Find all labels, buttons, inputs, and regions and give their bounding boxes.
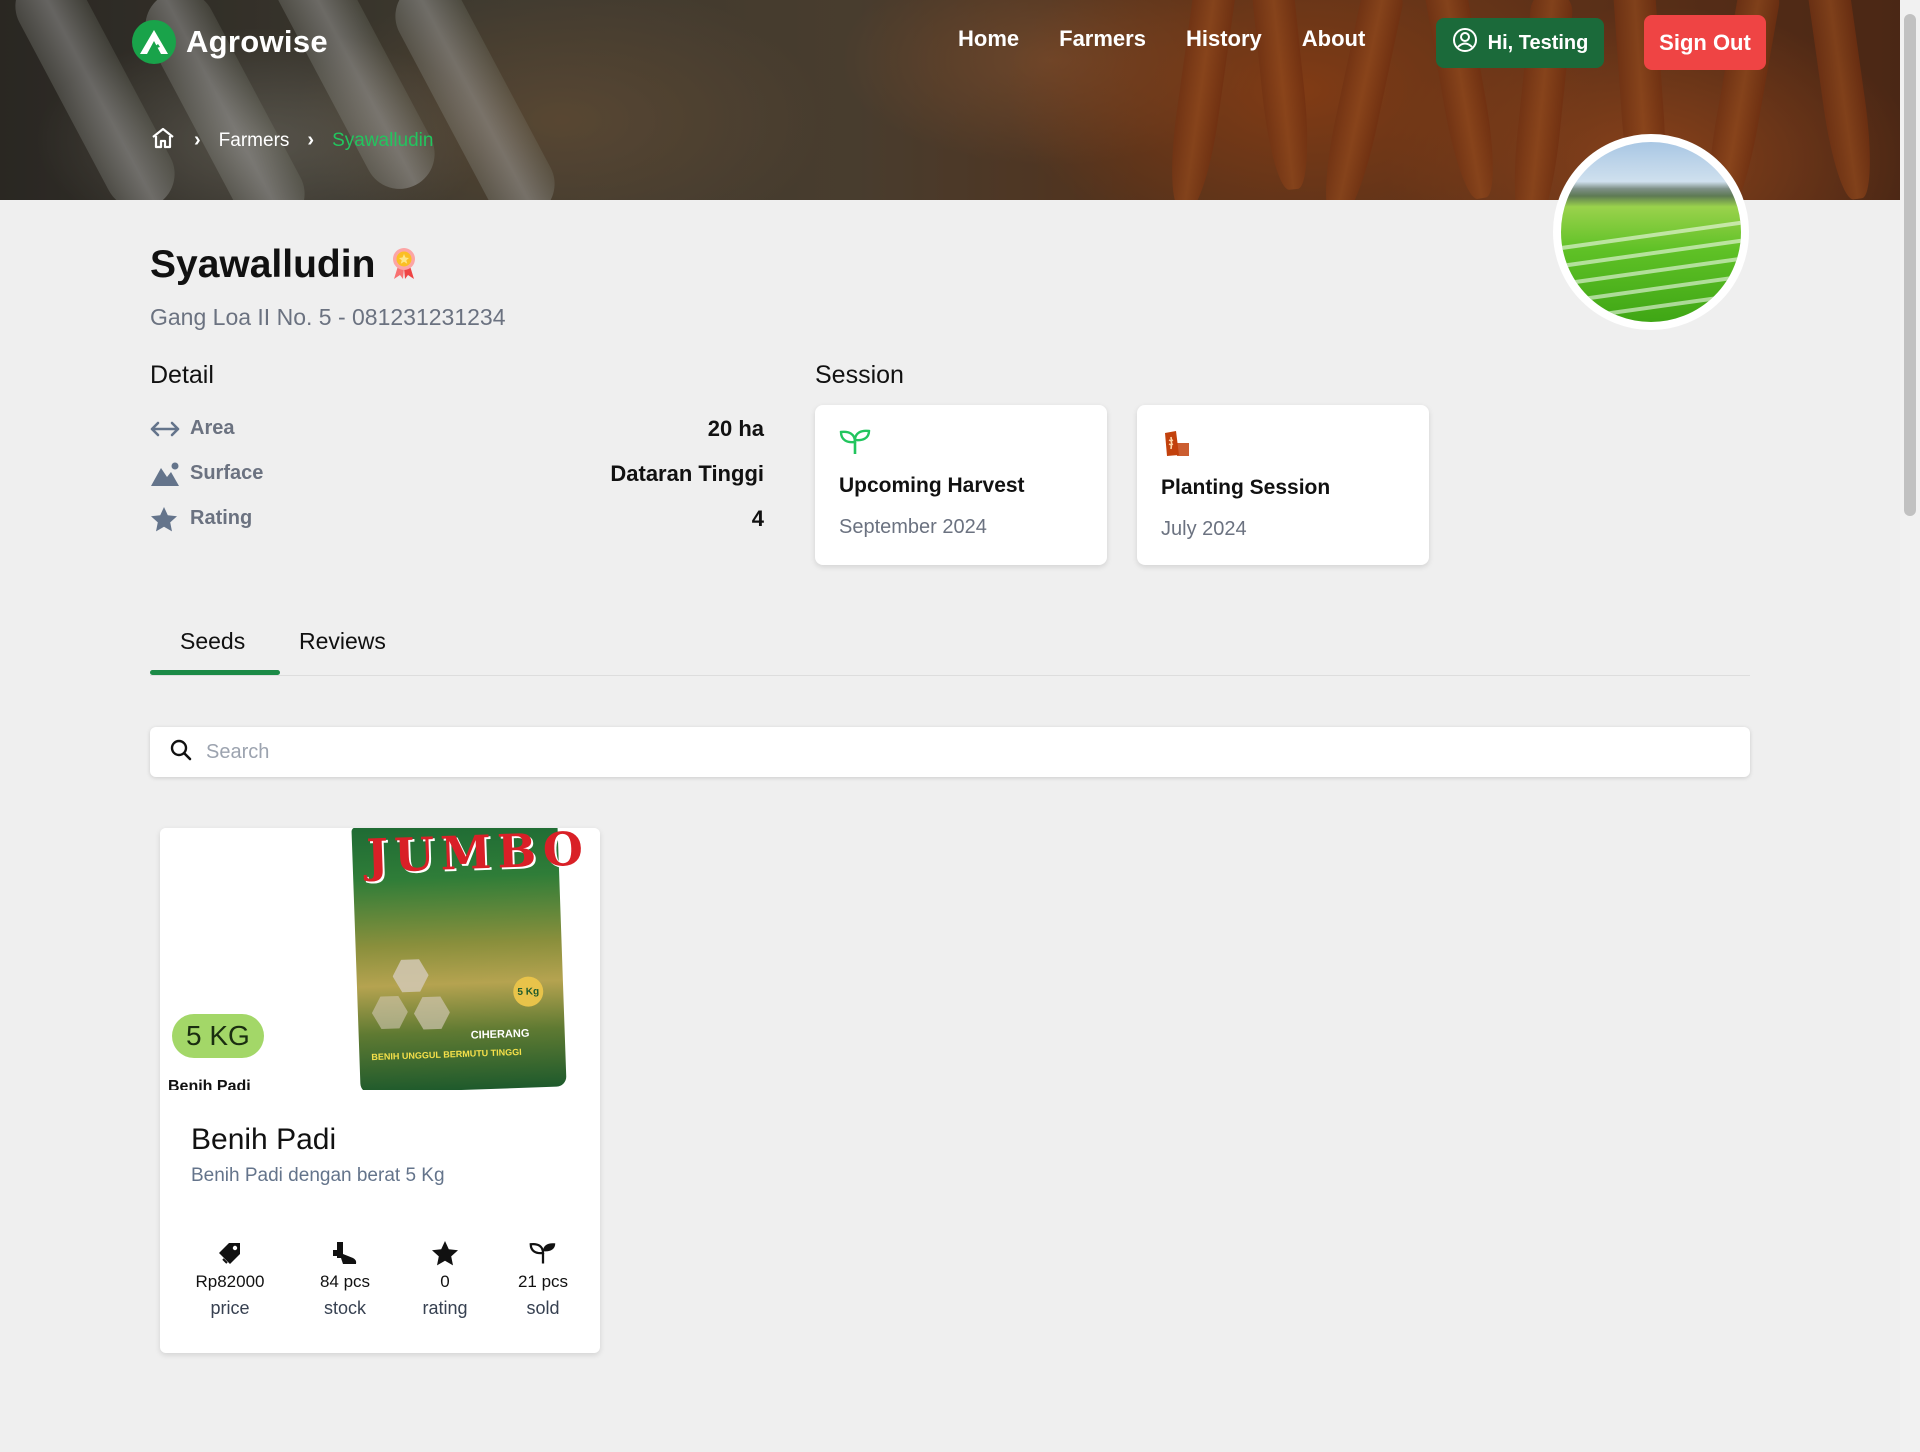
detail-list: Area 20 ha Surface Dataran Tinggi Rating…: [150, 406, 764, 541]
boots-icon: [331, 1238, 359, 1268]
stat-sold: 21 pcs sold: [508, 1238, 578, 1319]
detail-label: Surface: [190, 462, 264, 484]
nav-link-about[interactable]: About: [1302, 26, 1366, 52]
breadcrumb: › Farmers › Syawalludin: [150, 126, 433, 155]
sign-out-button[interactable]: Sign Out: [1644, 15, 1766, 70]
nav-link-history[interactable]: History: [1186, 26, 1262, 52]
award-badge-icon: [389, 246, 419, 285]
breadcrumb-farmers[interactable]: Farmers: [219, 130, 290, 152]
price-tag-icon: [216, 1238, 244, 1268]
chevron-right-icon: ›: [194, 129, 201, 151]
image-caption: Benih Padi: [168, 1078, 251, 1090]
stat-label: sold: [526, 1298, 560, 1318]
bag-band-text: BENIH UNGGUL BERMUTU TINGGI: [371, 1046, 522, 1063]
farmer-heading: Syawalludin: [150, 243, 419, 287]
product-description: Benih Padi dengan berat 5 Kg: [191, 1165, 445, 1186]
weight-badge: 5 KG: [172, 1014, 264, 1058]
page-scrollbar[interactable]: [1900, 0, 1920, 1452]
home-icon[interactable]: [150, 126, 176, 155]
detail-title: Detail: [150, 361, 214, 389]
active-tab-indicator: [150, 670, 280, 675]
stat-label: stock: [323, 1298, 366, 1318]
search-icon: [170, 739, 192, 766]
search-bar[interactable]: [150, 727, 1750, 777]
brand-logo[interactable]: Agrowise: [132, 20, 328, 64]
brand-name: Agrowise: [186, 24, 328, 59]
detail-row-surface: Surface Dataran Tinggi: [150, 451, 764, 496]
farmer-name: Syawalludin: [150, 243, 376, 286]
agrowise-logo-icon: [132, 20, 176, 64]
session-card-date: July 2024: [1161, 518, 1247, 540]
top-navbar: Agrowise Home Farmers History About Hi, …: [0, 0, 1900, 86]
stat-label: price: [210, 1298, 250, 1318]
session-card-title: Upcoming Harvest: [839, 474, 1025, 497]
detail-row-rating: Rating 4: [150, 496, 764, 541]
stat-value: 84 pcs: [319, 1272, 371, 1291]
seed-bag-image: JUMBO 5 Kg CIHERANG BENIH UNGGUL BERMUTU…: [351, 828, 590, 1090]
arrows-horizontal-icon: [150, 415, 182, 443]
star-icon: [150, 505, 182, 533]
search-input[interactable]: [206, 740, 1706, 764]
mountain-icon: [150, 460, 182, 488]
stat-price: Rp82000 price: [190, 1238, 270, 1319]
detail-value: Dataran Tinggi: [610, 460, 764, 486]
detail-value: 4: [751, 505, 764, 531]
bag-weight-badge: 5 Kg: [512, 976, 544, 1008]
bag-brand-text: JUMBO: [365, 828, 590, 884]
stat-label: rating: [422, 1298, 468, 1318]
session-card-date: September 2024: [839, 516, 987, 538]
product-stats: Rp82000 price 84 pcs stock 0 rating 21 p…: [160, 1238, 600, 1328]
tab-bar: Seeds Reviews: [150, 620, 1750, 676]
star-icon: [431, 1238, 459, 1268]
product-card[interactable]: JUMBO 5 Kg CIHERANG BENIH UNGGUL BERMUTU…: [160, 828, 600, 1353]
nav-link-farmers[interactable]: Farmers: [1059, 26, 1146, 52]
stat-value: Rp82000: [195, 1272, 265, 1291]
breadcrumb-current: Syawalludin: [332, 129, 434, 151]
scrollbar-thumb[interactable]: [1904, 14, 1916, 516]
detail-label: Area: [190, 417, 235, 439]
session-card-planting: Planting Session July 2024: [1137, 405, 1429, 565]
bag-variety-text: CIHERANG: [470, 1027, 530, 1042]
stat-rating: 0 rating: [415, 1238, 475, 1319]
stat-stock: 84 pcs stock: [310, 1238, 380, 1319]
stat-value: 0: [440, 1272, 450, 1291]
tab-seeds[interactable]: Seeds: [180, 628, 245, 655]
user-menu-button[interactable]: Hi, Testing: [1436, 18, 1604, 68]
detail-value: 20 ha: [707, 415, 764, 441]
chevron-right-icon: ›: [307, 129, 315, 151]
farmer-address: Gang Loa II No. 5 - 081231231234: [150, 304, 506, 330]
product-name: Benih Padi: [191, 1123, 337, 1156]
user-circle-icon: [1452, 27, 1478, 59]
detail-label: Rating: [190, 507, 253, 529]
session-title: Session: [815, 361, 904, 389]
product-image: JUMBO 5 Kg CIHERANG BENIH UNGGUL BERMUTU…: [160, 828, 600, 1090]
farmer-avatar: [1553, 134, 1749, 330]
session-card-harvest: Upcoming Harvest September 2024: [815, 405, 1107, 565]
seed-bag-icon: [1161, 431, 1191, 461]
detail-row-area: Area 20 ha: [150, 406, 764, 451]
tab-reviews[interactable]: Reviews: [299, 628, 386, 655]
sprout-icon: [839, 429, 871, 459]
session-card-title: Planting Session: [1161, 476, 1331, 499]
sprout-icon: [529, 1238, 557, 1268]
stat-value: 21 pcs: [517, 1272, 569, 1291]
user-greeting: Hi, Testing: [1487, 31, 1589, 54]
nav-links: Home Farmers History About: [958, 26, 1365, 52]
nav-link-home[interactable]: Home: [958, 26, 1019, 52]
